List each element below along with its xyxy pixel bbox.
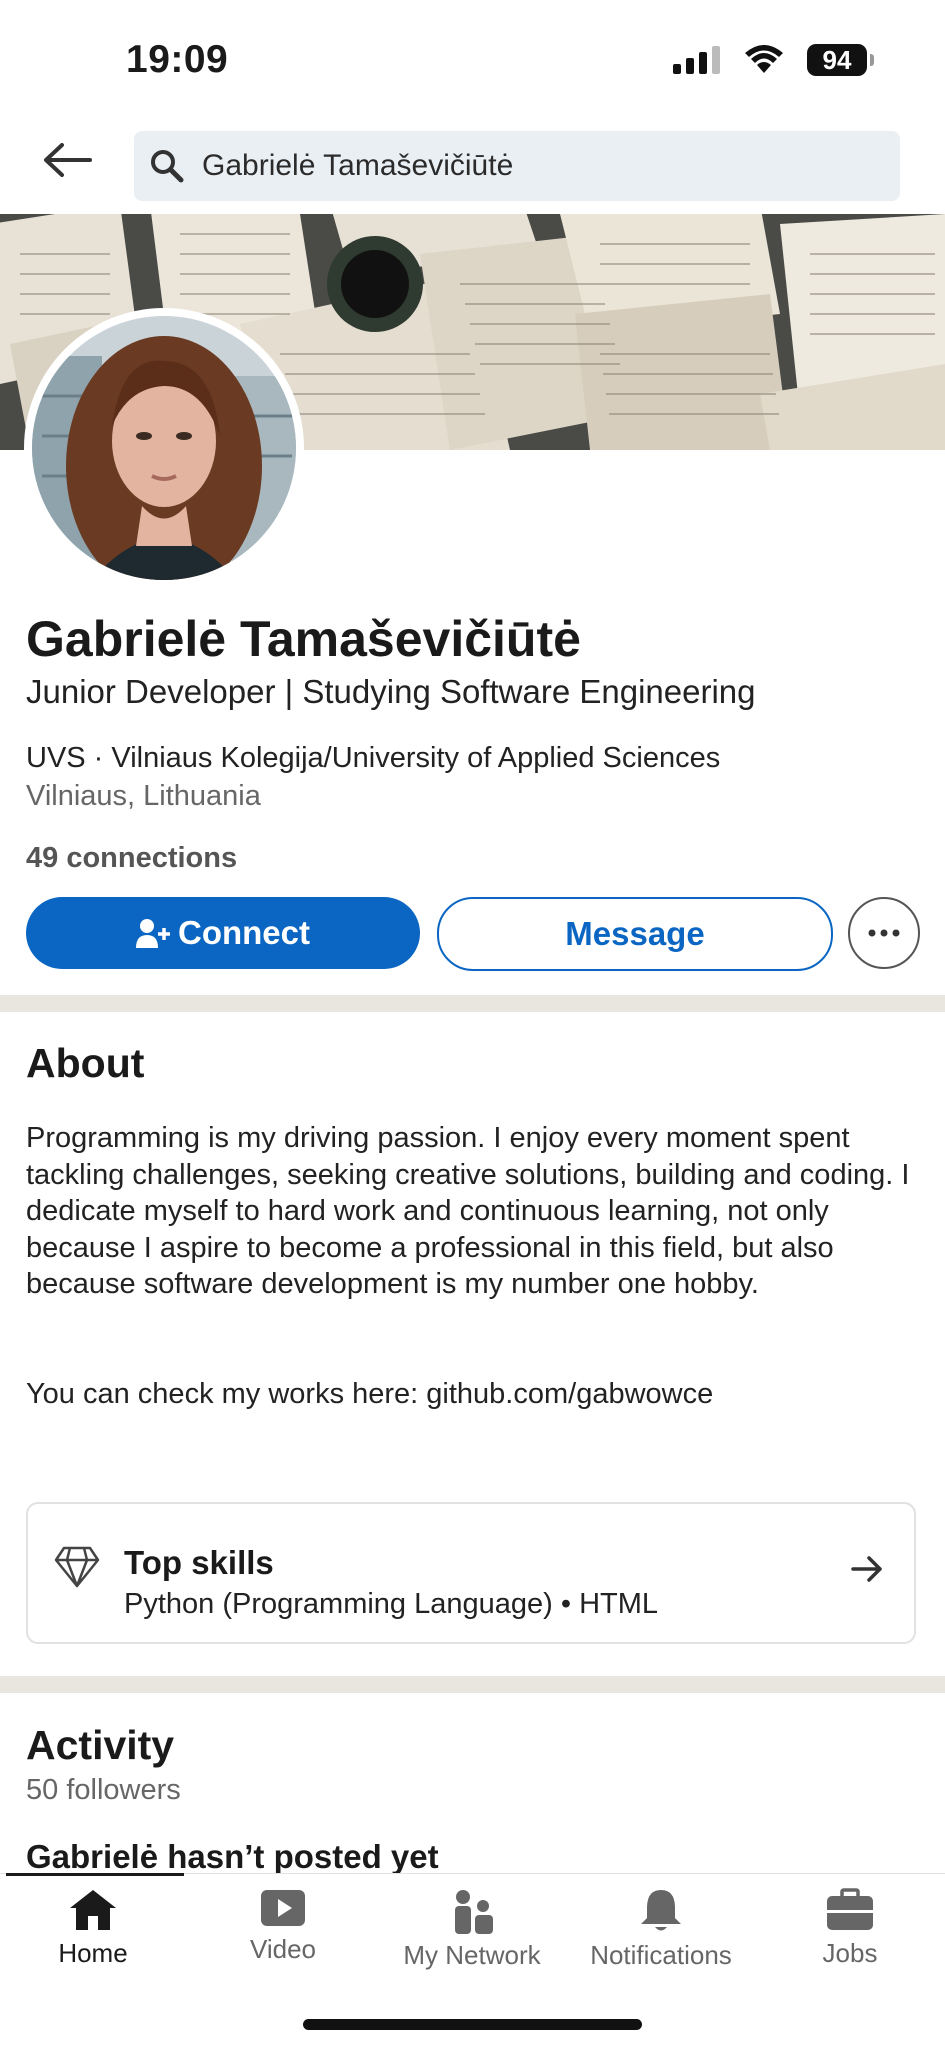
no-posts-message: Gabrielė hasn’t posted yet <box>26 1838 439 1875</box>
more-options-button[interactable] <box>848 897 920 969</box>
followers-count: 50 followers <box>26 1774 181 1806</box>
activity-heading: Activity <box>26 1722 175 1768</box>
message-button[interactable]: Message <box>437 897 833 971</box>
section-divider <box>0 995 945 1012</box>
search-icon <box>151 150 184 183</box>
nav-video[interactable]: Video <box>193 1888 373 1965</box>
profile-education[interactable]: UVS · Vilniaus Kolegija/University of Ap… <box>26 742 720 775</box>
connect-label: Connect <box>178 914 310 951</box>
connections-count[interactable]: 49 connections <box>26 842 237 875</box>
nav-notifications-label: Notifications <box>590 1940 732 1970</box>
top-skills-card[interactable]: Top skills Python (Programming Language)… <box>26 1502 916 1644</box>
status-icons: 94 <box>673 44 874 76</box>
briefcase-icon <box>827 1888 873 1930</box>
my-network-icon <box>455 1890 493 1934</box>
about-text: Programming is my driving passion. I enj… <box>26 1122 910 1410</box>
nav-home-label: Home <box>58 1938 128 1968</box>
back-button[interactable] <box>40 140 100 190</box>
profile-name: Gabrielė Tamaševičiūtė <box>26 611 581 667</box>
top-skills-title: Top skills <box>124 1544 274 1581</box>
section-divider <box>0 1676 945 1693</box>
wifi-icon <box>745 45 783 73</box>
home-indicator[interactable] <box>303 2019 642 2030</box>
nav-video-label: Video <box>249 1934 317 1964</box>
nav-home[interactable]: Home <box>3 1888 183 1969</box>
bell-icon <box>641 1890 681 1931</box>
message-label: Message <box>565 915 705 952</box>
arrow-right-icon <box>851 1556 882 1582</box>
nav-jobs-label: Jobs <box>822 1938 878 1968</box>
profile-photo <box>32 316 296 580</box>
diamond-icon <box>54 1546 100 1588</box>
nav-my-network[interactable]: My Network <box>382 1888 562 1971</box>
add-person-icon <box>136 919 170 948</box>
search-input[interactable]: Gabrielė Tamaševičiūtė <box>134 131 900 201</box>
nav-jobs[interactable]: Jobs <box>760 1888 940 1969</box>
about-heading: About <box>26 1040 145 1086</box>
top-skills-list: Python (Programming Language) • HTML <box>124 1588 659 1620</box>
nav-active-indicator <box>6 1873 184 1876</box>
ellipsis-icon <box>868 929 900 937</box>
nav-notifications[interactable]: Notifications <box>571 1888 751 1971</box>
cellular-signal-icon <box>673 46 720 74</box>
connect-button[interactable]: Connect <box>26 897 420 969</box>
home-icon <box>70 1890 116 1930</box>
profile-headline: Junior Developer | Studying Software Eng… <box>26 673 756 710</box>
nav-my-network-label: My Network <box>403 1940 541 1970</box>
profile-location: Vilniaus, Lithuania <box>26 780 261 812</box>
avatar[interactable] <box>24 308 304 588</box>
battery-indicator: 94 <box>807 44 874 76</box>
status-time: 19:09 <box>126 38 229 81</box>
arrow-left-icon <box>44 143 92 177</box>
video-icon <box>261 1890 305 1926</box>
search-query: Gabrielė Tamaševičiūtė <box>202 149 514 182</box>
